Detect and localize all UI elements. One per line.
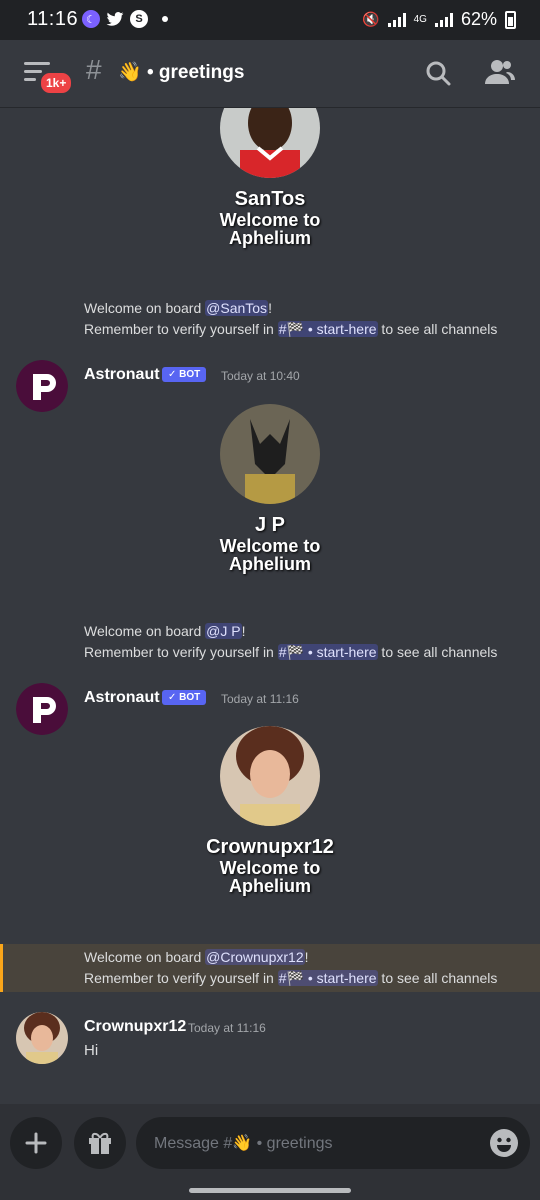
status-time: 11:16	[27, 8, 79, 30]
member-avatar	[220, 404, 320, 504]
members-icon[interactable]	[485, 58, 515, 86]
mute-icon: 🔇	[362, 11, 380, 27]
moon-icon: ☾	[82, 10, 100, 28]
welcome-card: SanTos Welcome to Aphelium	[0, 108, 540, 247]
battery-icon	[505, 10, 516, 29]
unread-badge: 1k+	[38, 70, 75, 96]
gift-icon	[89, 1132, 111, 1154]
user-message: Crownupxr12 Today at 11:16 Hi	[0, 1012, 540, 1068]
message-timestamp: Today at 10:40	[221, 369, 300, 383]
channel-name: • greetings	[146, 62, 245, 83]
message-list[interactable]: SanTos Welcome to Aphelium Welcome on bo…	[0, 108, 540, 1104]
channel-header: 1k+ # 👋 • greetings	[0, 40, 540, 108]
bot-tag: ✓ BOT	[162, 367, 207, 382]
system-indicators: 🔇 4G 62%	[362, 9, 516, 30]
message-input[interactable]: Message #👋 • greetings	[136, 1117, 530, 1169]
network-type: 4G	[413, 13, 427, 25]
welcome-name: J P	[254, 514, 286, 536]
welcome-line2: Aphelium	[228, 228, 311, 248]
system-message: Welcome on board @SanTos! Remember to ve…	[84, 300, 498, 337]
twitter-icon	[106, 12, 124, 26]
message-timestamp: Today at 11:16	[188, 1021, 266, 1035]
user-mention[interactable]: @SanTos	[205, 300, 269, 316]
plus-icon	[25, 1132, 47, 1154]
welcome-line1: Welcome to	[219, 210, 321, 230]
system-message: Welcome on board @J P! Remember to verif…	[84, 623, 498, 660]
message-timestamp: Today at 11:16	[221, 692, 299, 706]
welcome-name: SanTos	[234, 188, 306, 210]
channel-mention[interactable]: #🏁 • start-here	[277, 644, 378, 660]
welcome-line1: Welcome to	[219, 858, 321, 878]
welcome-line2: Aphelium	[228, 876, 311, 896]
member-avatar	[220, 726, 320, 826]
channel-title[interactable]: 👋 • greetings	[118, 60, 244, 84]
user-mention[interactable]: @Crownupxr12	[205, 949, 305, 965]
more-notifications-dot	[162, 16, 168, 22]
gift-button[interactable]	[74, 1117, 126, 1169]
message-author[interactable]: Astronaut	[84, 689, 160, 707]
bot-tag: ✓ BOT	[162, 690, 207, 705]
emoji-button[interactable]	[490, 1129, 518, 1157]
user-avatar[interactable]	[16, 1012, 68, 1064]
welcome-name: Crownupxr12	[206, 836, 334, 858]
channel-mention[interactable]: #🏁 • start-here	[277, 321, 378, 337]
user-mention[interactable]: @J P	[205, 623, 242, 639]
member-avatar	[220, 108, 320, 178]
message-composer: Message #👋 • greetings	[0, 1104, 540, 1200]
welcome-line1: Welcome to	[219, 536, 321, 556]
status-bar: 11:16 ☾ S 🔇 4G 62%	[0, 0, 540, 40]
welcome-card: J P Welcome to Aphelium	[0, 404, 540, 573]
battery-percent: 62%	[460, 9, 497, 29]
add-attachment-button[interactable]	[10, 1117, 62, 1169]
message-placeholder: Message #👋 • greetings	[154, 1135, 333, 1152]
gesture-bar[interactable]	[189, 1188, 351, 1193]
message-author[interactable]: Crownupxr12	[84, 1018, 186, 1036]
welcome-line2: Aphelium	[228, 554, 311, 574]
channel-hash-icon: #	[86, 54, 102, 85]
signal-icon	[387, 12, 406, 27]
message-author[interactable]: Astronaut	[84, 366, 160, 384]
welcome-card: Crownupxr12 Welcome to Aphelium	[0, 726, 540, 895]
notification-icons: ☾ S	[82, 10, 168, 28]
channel-emoji: 👋	[118, 62, 142, 83]
signal-icon-2	[434, 12, 453, 27]
search-icon[interactable]	[425, 60, 451, 86]
shazam-icon: S	[130, 10, 148, 28]
smiley-icon	[497, 1137, 511, 1152]
channel-mention[interactable]: #🏁 • start-here	[277, 970, 378, 986]
message-content: Hi	[84, 1042, 99, 1059]
system-message-highlighted: Welcome on board @Crownupxr12! Remember …	[0, 944, 540, 992]
